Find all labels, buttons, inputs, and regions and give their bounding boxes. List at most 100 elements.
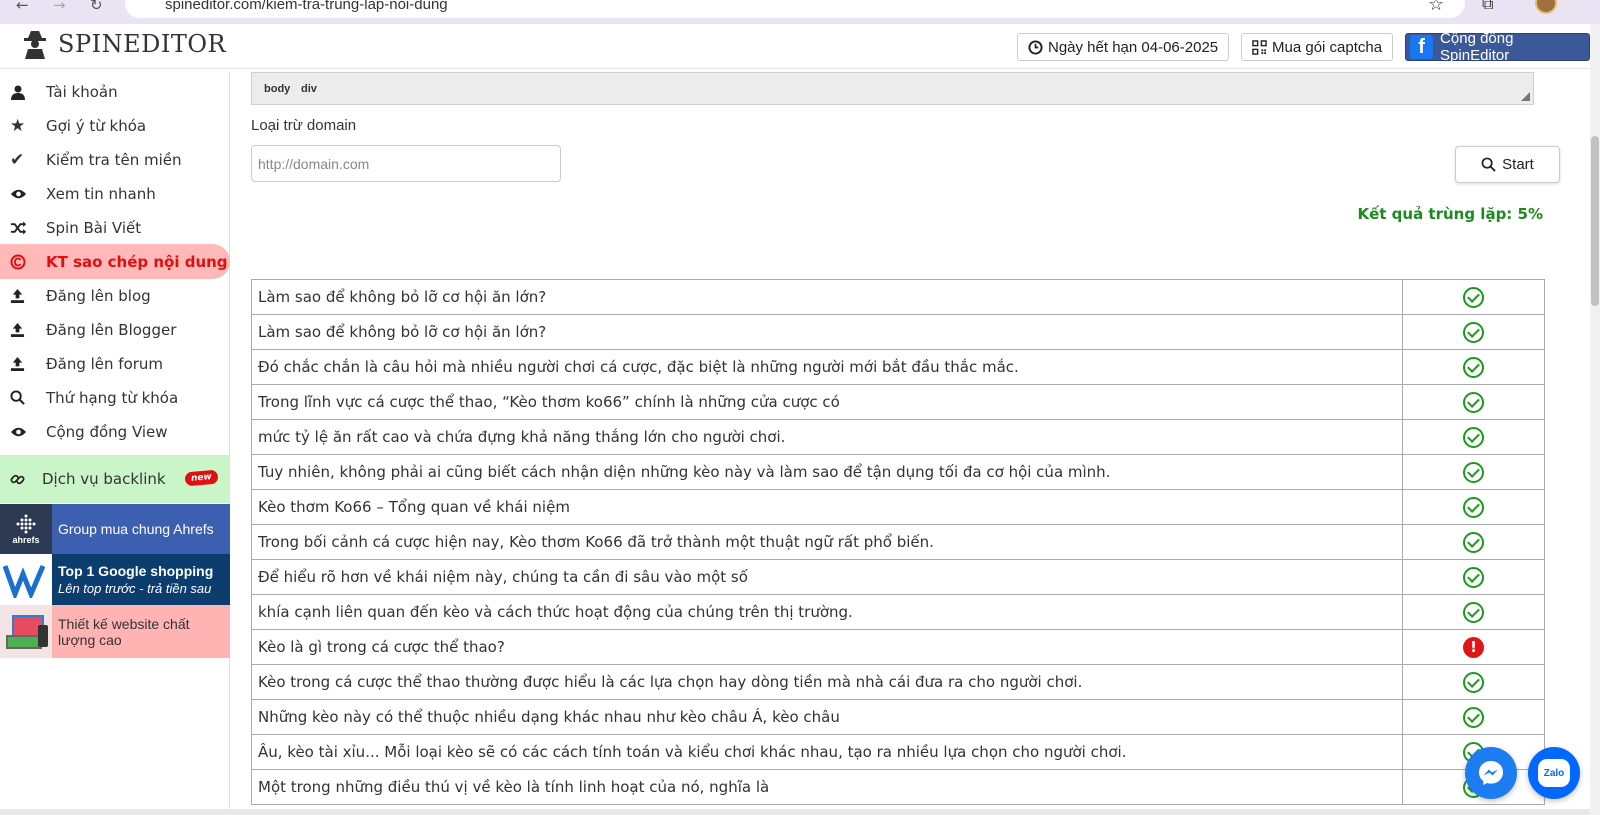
horizontal-scrollbar[interactable] xyxy=(0,809,1590,815)
table-row: Tuy nhiên, không phải ai cũng biết cách … xyxy=(251,454,1545,490)
status-cell xyxy=(1402,279,1545,315)
upload-icon xyxy=(0,288,46,303)
unique-check-icon xyxy=(1463,706,1484,728)
website-devices-icon xyxy=(0,605,52,658)
sidebar-item-spin[interactable]: Spin Bài Viết xyxy=(0,211,230,244)
sentence-text: Để hiểu rõ hơn về khái niệm này, chúng t… xyxy=(251,559,1403,595)
eye-icon xyxy=(0,426,46,438)
unique-check-icon xyxy=(1463,321,1484,343)
resize-handle[interactable] xyxy=(1521,92,1530,101)
unique-check-icon xyxy=(1463,496,1484,518)
sidebar-item-label: Spin Bài Viết xyxy=(46,218,142,237)
unique-check-icon xyxy=(1463,601,1484,623)
sidebar-item-post-blog[interactable]: Đăng lên blog xyxy=(0,279,230,312)
status-cell xyxy=(1402,419,1545,455)
start-label: Start xyxy=(1502,156,1534,173)
promo-website-design[interactable]: Thiết kế website chất lượng cao xyxy=(0,605,230,658)
search-icon xyxy=(0,390,46,405)
expiry-button[interactable]: Ngày hết hạn 04-06-2025 xyxy=(1017,33,1230,61)
duplicate-alert-icon: ! xyxy=(1463,636,1484,658)
status-cell xyxy=(1402,454,1545,490)
sidebar-item-quick-news[interactable]: Xem tin nhanh xyxy=(0,177,230,210)
community-label: Cộng đồng SpinEditor xyxy=(1440,30,1514,64)
sidebar-item-label: Cộng đồng View xyxy=(46,422,168,441)
browser-toolbar: ← → ↻ spineditor.com/kiem-tra-trung-lap-… xyxy=(0,0,1600,24)
sentence-text: Kèo thơm Ko66 – Tổng quan về khái niệm xyxy=(251,489,1403,525)
sidebar-item-domain-check[interactable]: ✔ Kiểm tra tên miền xyxy=(0,143,230,176)
sidebar-item-post-blogger[interactable]: Đăng lên Blogger xyxy=(0,313,230,346)
zalo-button[interactable]: Zalo xyxy=(1528,747,1580,799)
start-button[interactable]: Start xyxy=(1455,146,1560,183)
table-row: Làm sao để không bỏ lỡ cơ hội ăn lớn? xyxy=(251,314,1545,350)
captcha-label: Mua gói captcha xyxy=(1272,38,1383,56)
promo-ahrefs[interactable]: ahrefs Group mua chung Ahrefs xyxy=(0,504,230,554)
sidebar-item-plagiarism-check[interactable]: KT sao chép nội dung xyxy=(0,244,230,279)
table-row: Làm sao để không bỏ lỡ cơ hội ăn lớn? xyxy=(251,279,1545,315)
address-text[interactable]: spineditor.com/kiem-tra-trung-lap-noi-du… xyxy=(165,0,448,13)
star-icon: ★ xyxy=(10,115,26,136)
bookmark-star-icon[interactable]: ☆ xyxy=(1428,0,1444,15)
sentence-text: Tuy nhiên, không phải ai cũng biết cách … xyxy=(251,454,1403,490)
sentence-text: Trong lĩnh vực cá cược thể thao, “Kèo th… xyxy=(251,384,1403,420)
clock-icon xyxy=(1028,39,1043,55)
unique-check-icon xyxy=(1463,426,1484,448)
table-row: Kèo thơm Ko66 – Tổng quan về khái niệm xyxy=(251,489,1545,525)
status-cell xyxy=(1402,489,1545,525)
sidebar-item-label: Đăng lên Blogger xyxy=(46,320,177,339)
sidebar-item-keyword-rank[interactable]: Thứ hạng từ khóa xyxy=(0,381,230,414)
logo[interactable]: SPINEDITOR xyxy=(22,29,226,59)
upload-icon xyxy=(0,356,46,371)
sidebar-item-backlink[interactable]: Dịch vụ backlink new xyxy=(0,455,230,503)
editor-statusbar: body div xyxy=(251,72,1534,105)
path-div[interactable]: div xyxy=(301,83,317,95)
search-icon xyxy=(1481,157,1496,172)
table-row: Trong bối cảnh cá cược hiện nay, Kèo thơ… xyxy=(251,524,1545,560)
status-cell: ! xyxy=(1402,629,1545,665)
ahrefs-logo: ahrefs xyxy=(0,504,52,554)
messenger-icon xyxy=(1479,761,1503,785)
sidebar-item-account[interactable]: Tài khoản xyxy=(0,75,230,108)
zalo-label: Zalo xyxy=(1543,767,1565,779)
sentence-text: Làm sao để không bỏ lỡ cơ hội ăn lớn? xyxy=(251,279,1403,315)
unique-check-icon xyxy=(1463,671,1484,693)
sentence-text: khía cạnh liên quan đến kèo và cách thức… xyxy=(251,594,1403,630)
reload-icon[interactable]: ↻ xyxy=(90,0,103,14)
sidebar-item-keyword-suggest[interactable]: ★ Gợi ý từ khóa xyxy=(0,109,230,142)
extensions-icon[interactable]: ⧉ xyxy=(1482,0,1493,14)
site-header: SPINEDITOR Ngày hết hạn 04-06-2025 Mua g… xyxy=(0,24,1590,69)
unique-check-icon xyxy=(1463,531,1484,553)
zalo-icon: Zalo xyxy=(1538,759,1570,787)
back-icon[interactable]: ← xyxy=(16,0,29,14)
eye-icon xyxy=(0,188,46,200)
status-cell xyxy=(1402,664,1545,700)
captcha-button[interactable]: Mua gói captcha xyxy=(1241,33,1394,61)
profile-avatar[interactable] xyxy=(1535,0,1557,14)
promo-google-shopping[interactable]: Top 1 Google shopping Lên top trước - tr… xyxy=(0,554,230,605)
copyright-icon xyxy=(0,254,46,270)
scrollbar-thumb[interactable] xyxy=(1591,136,1599,306)
table-row: Đó chắc chắn là câu hỏi mà nhiều người c… xyxy=(251,349,1545,385)
promo-ahrefs-text: Group mua chung Ahrefs xyxy=(58,521,214,537)
sidebar-item-label: Kiểm tra tên miền xyxy=(46,150,182,169)
sidebar-item-community-view[interactable]: Cộng đồng View xyxy=(0,415,230,448)
upload-icon xyxy=(0,322,46,337)
expiry-label: Ngày hết hạn 04-06-2025 xyxy=(1048,38,1219,56)
status-cell xyxy=(1402,349,1545,385)
messenger-button[interactable] xyxy=(1465,747,1517,799)
main-content: body div Loại trừ domain Start Kết quả t… xyxy=(231,70,1590,815)
sidebar: Tài khoản ★ Gợi ý từ khóa ✔ Kiểm tra tên… xyxy=(0,72,230,815)
sidebar-item-label: Đăng lên forum xyxy=(46,354,164,373)
path-body[interactable]: body xyxy=(264,83,290,95)
forward-icon[interactable]: → xyxy=(53,0,66,14)
sidebar-item-label: KT sao chép nội dung xyxy=(46,252,228,271)
status-cell xyxy=(1402,594,1545,630)
sidebar-item-post-forum[interactable]: Đăng lên forum xyxy=(0,347,230,380)
ahrefs-logo-text: ahrefs xyxy=(12,535,40,545)
w-logo-icon xyxy=(0,554,52,605)
status-cell xyxy=(1402,384,1545,420)
exclude-domain-input[interactable] xyxy=(251,145,561,182)
sentence-text: Kèo trong cá cược thể thao thường được h… xyxy=(251,664,1403,700)
table-row: Một trong những điều thú vị về kèo là tí… xyxy=(251,769,1545,805)
sentence-text: Những kèo này có thể thuộc nhiều dạng kh… xyxy=(251,699,1403,735)
community-button[interactable]: f Cộng đồng SpinEditor xyxy=(1405,30,1590,64)
